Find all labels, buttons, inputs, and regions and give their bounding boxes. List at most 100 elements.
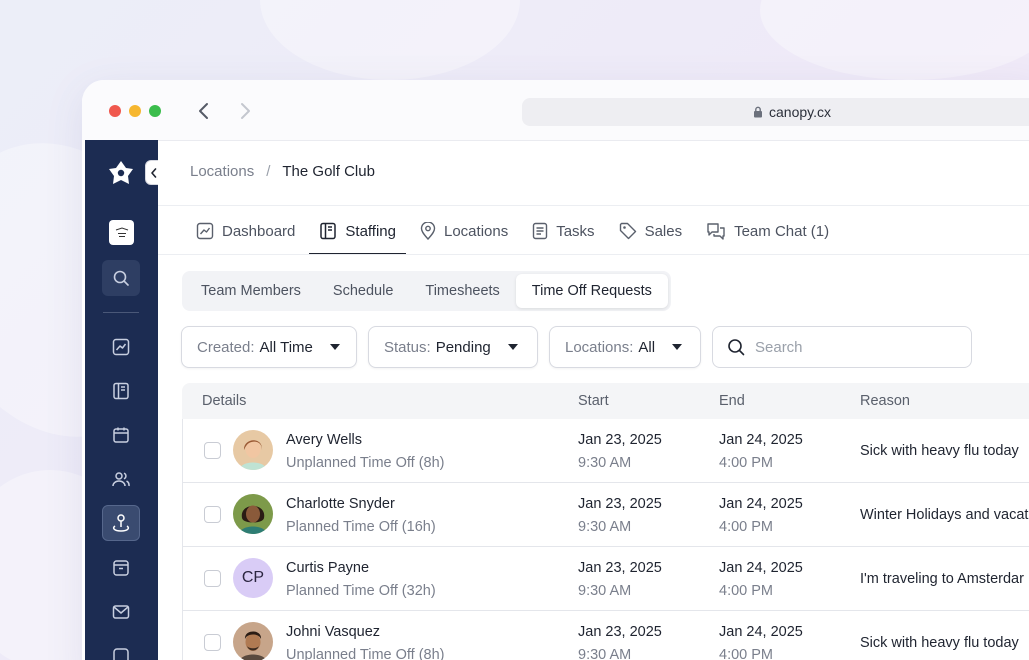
map-pin-icon <box>420 222 436 240</box>
sidebar-item-dashboard[interactable] <box>102 329 140 365</box>
start-time: 9:30 AM <box>578 455 632 471</box>
filter-label: Status: <box>384 338 431 356</box>
column-header-start[interactable]: Start <box>578 393 609 409</box>
reason-text: Sick with heavy flu today <box>860 443 1019 459</box>
filter-value: All Time <box>259 338 313 356</box>
time-off-type: Planned Time Off (16h) <box>286 519 436 535</box>
background-shape <box>760 0 1029 80</box>
row-checkbox[interactable] <box>204 570 221 587</box>
sidebar-item-calendar[interactable] <box>102 417 140 453</box>
filter-value: All <box>638 338 656 356</box>
row-checkbox[interactable] <box>204 442 221 459</box>
forward-button[interactable] <box>235 100 257 122</box>
caret-down-icon <box>507 344 518 350</box>
filter-bar: Created: All Time Status: Pending Locati… <box>181 326 972 368</box>
start-date: Jan 23, 2025 <box>578 624 662 640</box>
end-time: 4:00 PM <box>719 455 773 471</box>
status-filter-dropdown[interactable]: Status: Pending <box>368 326 538 368</box>
table-body: Avery Wells Unplanned Time Off (8h) Jan … <box>182 419 1029 660</box>
sidebar-item-locations[interactable] <box>102 505 140 541</box>
tab-label: Staffing <box>345 222 396 240</box>
chat-icon <box>707 223 725 240</box>
users-icon <box>112 472 130 487</box>
avatar <box>233 430 273 470</box>
avatar <box>233 622 273 660</box>
tab-tasks[interactable]: Tasks <box>522 207 604 255</box>
subtab-timesheets[interactable]: Timesheets <box>409 274 515 308</box>
tab-label: Sales <box>644 222 683 240</box>
column-header-details[interactable]: Details <box>202 393 246 409</box>
main-content: Locations / The Golf Club Dashboard Staf… <box>158 140 1029 660</box>
reason-text: Sick with heavy flu today <box>860 635 1019 651</box>
start-time: 9:30 AM <box>578 583 632 599</box>
subtab-schedule[interactable]: Schedule <box>317 274 409 308</box>
sidebar-search-button[interactable] <box>102 260 140 296</box>
column-header-reason[interactable]: Reason <box>860 393 910 409</box>
sidebar-item-staffing[interactable] <box>102 373 140 409</box>
sidebar-item-more[interactable] <box>102 638 140 660</box>
employee-name: Charlotte Snyder <box>286 496 395 512</box>
breadcrumb-current: The Golf Club <box>282 163 375 180</box>
background-shape <box>260 0 520 80</box>
created-filter-dropdown[interactable]: Created: All Time <box>181 326 357 368</box>
start-date: Jan 23, 2025 <box>578 560 662 576</box>
tab-dashboard[interactable]: Dashboard <box>186 207 305 255</box>
sidebar-item-messages[interactable] <box>102 594 140 630</box>
row-checkbox[interactable] <box>204 634 221 651</box>
time-off-table: Details Start End Reason Avery Wells Unp… <box>182 383 1029 660</box>
table-row[interactable]: Charlotte Snyder Planned Time Off (16h) … <box>183 483 1029 547</box>
tab-label: Dashboard <box>222 222 296 240</box>
archive-icon <box>113 560 129 576</box>
subtab-time-off-requests[interactable]: Time Off Requests <box>515 274 668 308</box>
search-input[interactable] <box>755 338 955 356</box>
reason-text: I'm traveling to Amsterdar <box>860 571 1024 587</box>
chart-icon <box>112 338 130 356</box>
locations-filter-dropdown[interactable]: Locations: All <box>549 326 701 368</box>
breadcrumb-separator: / <box>266 163 271 180</box>
column-header-end[interactable]: End <box>719 393 745 409</box>
tab-team-chat[interactable]: Team Chat (1) <box>696 207 839 255</box>
avatar: CP <box>233 558 273 598</box>
tab-label: Locations <box>444 222 509 240</box>
browser-window: canopy.cx Locations / The Golf Club Dash… <box>82 80 1029 660</box>
subtab-bar: Team Members Schedule Timesheets Time Of… <box>182 271 671 311</box>
tab-sales[interactable]: Sales <box>609 207 693 255</box>
sidebar-item-archive[interactable] <box>102 550 140 586</box>
staffing-icon <box>113 382 129 400</box>
start-time: 9:30 AM <box>578 647 632 660</box>
tag-icon <box>619 222 636 240</box>
filter-label: Locations: <box>565 338 634 356</box>
end-date: Jan 24, 2025 <box>719 560 803 576</box>
table-header: Details Start End Reason <box>182 383 1029 419</box>
club-logo-icon[interactable] <box>109 220 134 245</box>
row-checkbox[interactable] <box>204 506 221 523</box>
minimize-window-button[interactable] <box>129 105 141 117</box>
browser-titlebar: canopy.cx <box>82 80 1029 140</box>
search-field[interactable] <box>712 326 972 368</box>
start-date: Jan 23, 2025 <box>578 496 662 512</box>
sidebar-item-users[interactable] <box>102 461 140 497</box>
staffing-icon <box>320 222 337 240</box>
employee-name: Curtis Payne <box>286 560 370 576</box>
table-row[interactable]: CP Curtis Payne Planned Time Off (32h) J… <box>183 547 1029 611</box>
filter-value: Pending <box>435 338 491 356</box>
start-time: 9:30 AM <box>578 519 632 535</box>
canopy-logo-icon[interactable] <box>108 160 134 186</box>
main-tabs: Dashboard Staffing Locations Tasks Sales… <box>186 207 843 255</box>
tab-staffing[interactable]: Staffing <box>309 207 406 255</box>
end-date: Jan 24, 2025 <box>719 624 803 640</box>
breadcrumb: Locations / The Golf Club <box>190 163 375 180</box>
close-window-button[interactable] <box>109 105 121 117</box>
breadcrumb-locations-link[interactable]: Locations <box>190 163 254 180</box>
caret-down-icon <box>672 344 683 350</box>
subtab-team-members[interactable]: Team Members <box>185 274 317 308</box>
address-bar[interactable]: canopy.cx <box>522 98 1029 126</box>
maximize-window-button[interactable] <box>149 105 161 117</box>
chevron-right-icon <box>241 103 250 119</box>
table-row[interactable]: Johni Vasquez Unplanned Time Off (8h) Ja… <box>183 611 1029 660</box>
table-row[interactable]: Avery Wells Unplanned Time Off (8h) Jan … <box>183 419 1029 483</box>
tab-locations[interactable]: Locations <box>410 207 518 255</box>
end-date: Jan 24, 2025 <box>719 496 803 512</box>
filter-label: Created: <box>197 338 255 356</box>
back-button[interactable] <box>192 100 214 122</box>
